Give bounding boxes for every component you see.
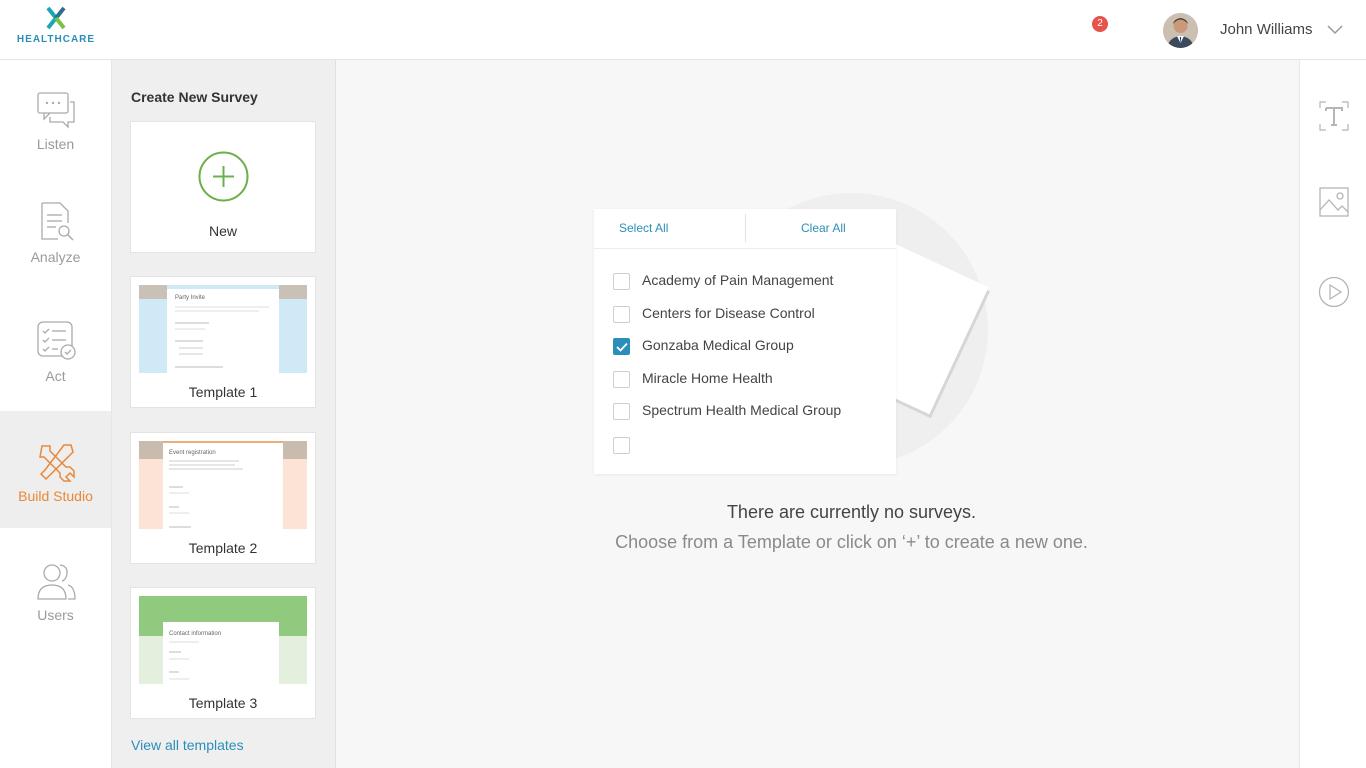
video-tool-icon[interactable] (1318, 276, 1350, 308)
sidebar-item-label: Build Studio (18, 488, 93, 504)
filter-option-label: Gonzaba Medical Group (642, 337, 794, 353)
logo-mark-icon (46, 6, 66, 30)
template-card-3[interactable]: Contact information Template 3 (130, 587, 316, 719)
filter-option[interactable]: Spectrum Health Medical Group (613, 401, 883, 421)
checkbox[interactable] (613, 273, 630, 290)
template-preview-title: Contact information (169, 631, 221, 637)
chat-bubbles-icon (36, 92, 75, 129)
image-tool-icon[interactable] (1318, 186, 1350, 218)
empty-state-title: There are currently no surveys. (726, 502, 977, 522)
user-name[interactable]: John Williams (1220, 21, 1313, 38)
sidebar-item-listen[interactable]: Listen (0, 60, 111, 177)
empty-state-subtitle: Choose from a Template or click on ‘+’ t… (615, 532, 1088, 552)
sidebar-item-build-studio[interactable]: Build Studio (0, 411, 111, 528)
filter-option-label: Spectrum Health Medical Group (642, 402, 842, 418)
checkbox[interactable] (613, 437, 630, 454)
checklist-icon (36, 321, 76, 360)
panel-title: Create New Survey (131, 89, 258, 105)
select-all-button[interactable]: Select All (619, 221, 668, 235)
checkbox[interactable] (613, 403, 630, 420)
sidebar-item-act[interactable]: Act (0, 294, 111, 411)
sidebar-item-label: Analyze (30, 249, 81, 265)
template-preview-image: Event registration (139, 441, 307, 529)
brand-name: HEALTHCARE (16, 34, 96, 45)
notification-badge[interactable]: 2 (1092, 16, 1108, 32)
template-card-2[interactable]: Event registration Template 2 (130, 432, 316, 564)
template-label: Template 1 (188, 384, 258, 400)
brand-logo[interactable]: HEALTHCARE (16, 6, 96, 50)
checkmark-icon (616, 342, 628, 352)
checkbox-checked[interactable] (613, 338, 630, 355)
chevron-down-icon[interactable] (1326, 22, 1344, 36)
new-card-label: New (208, 223, 237, 239)
filter-option-label: Academy of Pain Management (642, 272, 834, 288)
filter-option[interactable]: Miracle Home Health (613, 369, 883, 389)
organization-filter-dropdown: Select All Clear All Academy of Pain Man… (594, 209, 896, 474)
sidebar-nav: Listen Analyze Act Build Studio Users (0, 60, 112, 768)
filter-option-label: Miracle Home Health (642, 370, 773, 386)
template-label: Template 3 (188, 695, 258, 711)
sidebar-item-analyze[interactable]: Analyze (0, 177, 111, 294)
text-tool-icon[interactable] (1318, 100, 1350, 132)
user-photo-icon (1163, 13, 1198, 48)
template-card-1[interactable]: Party Invite Template 1 (130, 276, 316, 408)
sidebar-item-label: Users (37, 607, 74, 623)
avatar[interactable] (1163, 13, 1198, 48)
checkbox[interactable] (613, 306, 630, 323)
add-circle-icon (198, 151, 249, 202)
filter-option[interactable]: Academy of Pain Management (613, 271, 883, 291)
sidebar-item-users[interactable]: Users (0, 528, 111, 645)
template-label: Template 2 (188, 540, 258, 556)
document-search-icon (40, 202, 74, 241)
view-all-templates-link[interactable]: View all templates (131, 737, 244, 753)
new-survey-card[interactable]: New (130, 121, 316, 253)
sidebar-item-label: Act (45, 368, 66, 384)
tools-icon (38, 444, 75, 482)
right-toolbar (1299, 60, 1366, 768)
filter-option[interactable] (613, 435, 883, 455)
filter-option[interactable]: Gonzaba Medical Group (613, 336, 883, 356)
template-preview-title: Party Invite (175, 295, 206, 301)
top-header: HEALTHCARE 2 John Williams (0, 0, 1366, 60)
dropdown-actions: Select All Clear All (594, 209, 896, 249)
template-preview-title: Event registration (169, 450, 216, 456)
divider (745, 214, 746, 242)
template-preview-image: Party Invite (139, 285, 307, 373)
filter-option-label: Centers for Disease Control (642, 305, 815, 321)
users-icon (36, 564, 76, 600)
clear-all-button[interactable]: Clear All (801, 221, 846, 235)
template-panel: Create New Survey New Party Invite Templ… (112, 60, 336, 768)
sidebar-item-label: Listen (36, 136, 75, 152)
filter-option[interactable]: Centers for Disease Control (613, 304, 883, 324)
template-preview-image: Contact information (139, 596, 307, 684)
checkbox[interactable] (613, 371, 630, 388)
